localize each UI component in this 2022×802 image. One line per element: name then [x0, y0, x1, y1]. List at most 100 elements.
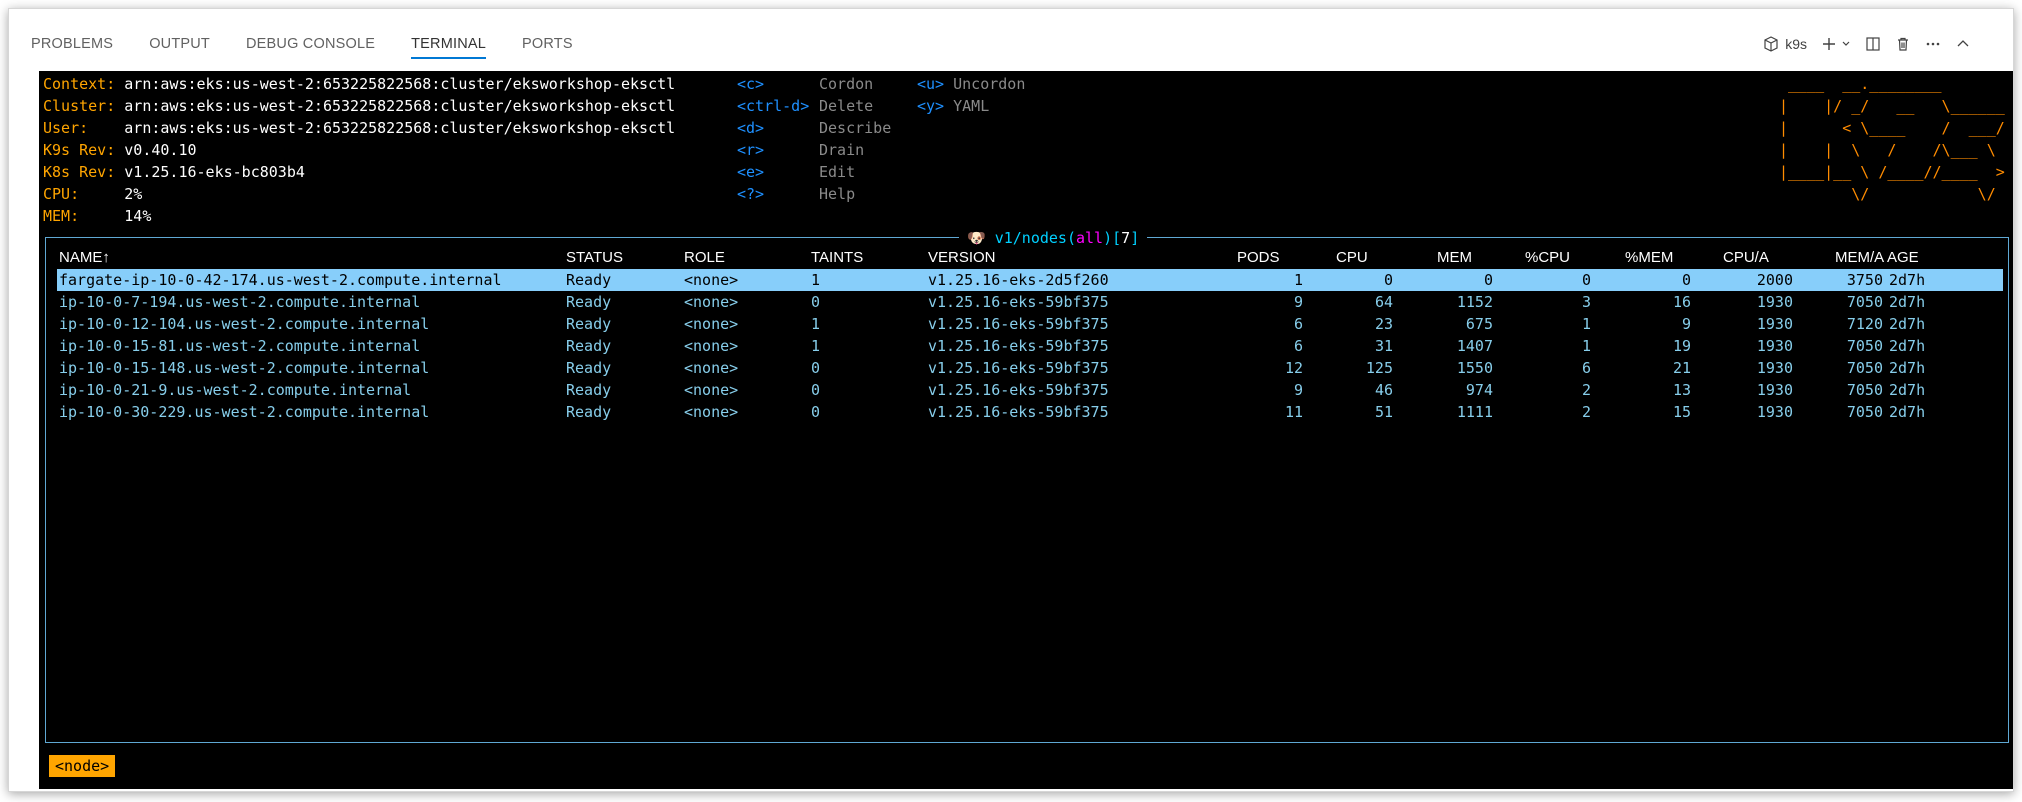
cell-cpua: 1930 [1756, 293, 1793, 311]
cell-status: Ready [566, 359, 612, 377]
cell-cpua: 1930 [1756, 403, 1793, 421]
cell-status: Ready [566, 271, 612, 289]
info-mem: MEM: 14% [43, 207, 152, 225]
tab-terminal[interactable]: TERMINAL [411, 31, 487, 59]
cell-cpu: 31 [1374, 337, 1393, 355]
table-row[interactable]: fargate-ip-10-0-42-174.us-west-2.compute… [57, 269, 2003, 291]
cell-pcpu: 6 [1581, 359, 1591, 377]
cell-age: 2d7h [1889, 359, 1926, 377]
col-age[interactable]: AGE [1887, 249, 1919, 266]
tab-output[interactable]: OUTPUT [149, 31, 210, 57]
col-pmem[interactable]: %MEM [1625, 249, 1673, 266]
col-mema[interactable]: MEM/A [1835, 249, 1884, 266]
cell-age: 2d7h [1889, 337, 1926, 355]
cell-pmem: 9 [1681, 315, 1691, 333]
kill-terminal-button[interactable] [1895, 36, 1911, 52]
plus-icon [1821, 36, 1837, 52]
table-body: fargate-ip-10-0-42-174.us-west-2.compute… [57, 269, 2003, 423]
table-row[interactable]: ip-10-0-30-229.us-west-2.compute.interna… [57, 401, 2003, 423]
col-version[interactable]: VERSION [928, 249, 996, 266]
col-cpu[interactable]: CPU [1336, 249, 1368, 266]
cell-status: Ready [566, 337, 612, 355]
info-context: Context: arn:aws:eks:us-west-2:653225822… [43, 75, 676, 93]
cell-role: <none> [684, 403, 739, 421]
table-row[interactable]: ip-10-0-12-104.us-west-2.compute.interna… [57, 313, 2003, 335]
cell-pods: 11 [1284, 403, 1303, 421]
cell-pmem: 15 [1672, 403, 1691, 421]
cell-pcpu: 2 [1581, 381, 1591, 399]
cell-pmem: 19 [1672, 337, 1691, 355]
cell-mema: 7050 [1846, 403, 1883, 421]
cell-age: 2d7h [1889, 403, 1926, 421]
shortcut-help: <?> [737, 185, 765, 203]
cell-age: 2d7h [1889, 315, 1926, 333]
shortcut-describe: <d> [737, 119, 765, 137]
cell-pmem: 0 [1681, 271, 1691, 289]
shortcut-cordon: <c> [737, 75, 765, 93]
cell-cpua: 2000 [1756, 271, 1793, 289]
table-row[interactable]: ip-10-0-15-148.us-west-2.compute.interna… [57, 357, 2003, 379]
cell-cpua: 1930 [1756, 359, 1793, 377]
cell-role: <none> [684, 271, 739, 289]
cell-taints: 1 [811, 271, 821, 289]
col-taints[interactable]: TAINTS [811, 249, 863, 266]
col-pcpu[interactable]: %CPU [1525, 249, 1570, 266]
terminal-cube-icon [1763, 36, 1779, 52]
table-row[interactable]: ip-10-0-7-194.us-west-2.compute.internal… [57, 291, 2003, 313]
cell-cpu: 46 [1374, 381, 1393, 399]
cell-mema: 7050 [1846, 337, 1883, 355]
table-row[interactable]: ip-10-0-15-81.us-west-2.compute.internal… [57, 335, 2003, 357]
info-user: User: arn:aws:eks:us-west-2:653225822568… [43, 119, 676, 137]
cell-mem: 675 [1465, 315, 1493, 333]
chevron-down-icon[interactable] [1841, 39, 1851, 49]
cell-pods: 12 [1284, 359, 1303, 377]
cell-pcpu: 3 [1581, 293, 1591, 311]
resource-table-title: 🐶 v1/nodes(all)[7] [959, 227, 1148, 249]
cell-cpu: 51 [1374, 403, 1393, 421]
more-actions-button[interactable] [1925, 36, 1941, 52]
terminal[interactable]: Context: arn:aws:eks:us-west-2:653225822… [39, 71, 2013, 789]
cell-version: v1.25.16-eks-2d5f260 [928, 271, 1109, 289]
shortcut-delete-desc: Delete [819, 97, 874, 115]
tab-ports[interactable]: PORTS [522, 31, 573, 57]
table-row[interactable]: ip-10-0-21-9.us-west-2.compute.internal R… [57, 379, 2003, 401]
shortcut-describe-desc: Describe [819, 119, 892, 137]
table-header: NAME↑ STATUS ROLE TAINTS VERSION PODS CP… [59, 247, 2003, 269]
breadcrumb: <node> [49, 755, 116, 777]
cell-pcpu: 1 [1581, 315, 1591, 333]
cell-mem: 1111 [1456, 403, 1493, 421]
cell-mema: 3750 [1846, 271, 1883, 289]
cell-mema: 7050 [1846, 293, 1883, 311]
tab-problems[interactable]: PROBLEMS [31, 31, 113, 57]
cell-mema: 7050 [1846, 359, 1883, 377]
cell-taints: 0 [811, 359, 821, 377]
info-cluster: Cluster: arn:aws:eks:us-west-2:653225822… [43, 97, 676, 115]
new-terminal-button[interactable] [1821, 36, 1851, 52]
cell-version: v1.25.16-eks-59bf375 [928, 403, 1109, 421]
cell-age: 2d7h [1889, 271, 1926, 289]
info-k8s-rev: K8s Rev: v1.25.16-eks-bc803b4 [43, 163, 305, 181]
cell-cpua: 1930 [1756, 381, 1793, 399]
cell-taints: 0 [811, 293, 821, 311]
col-pods[interactable]: PODS [1237, 249, 1280, 266]
cell-pods: 9 [1293, 381, 1303, 399]
terminal-instance[interactable]: k9s [1763, 36, 1807, 52]
panel-tabs: PROBLEMS OUTPUT DEBUG CONSOLE TERMINAL P… [31, 31, 609, 61]
col-role[interactable]: ROLE [684, 249, 725, 266]
col-status[interactable]: STATUS [566, 249, 623, 266]
cell-version: v1.25.16-eks-59bf375 [928, 359, 1109, 377]
col-cpua[interactable]: CPU/A [1723, 249, 1769, 266]
shortcut-help-desc: Help [819, 185, 856, 203]
dog-icon: 🐶 [967, 229, 986, 247]
tab-debug-console[interactable]: DEBUG CONSOLE [246, 31, 375, 57]
cell-version: v1.25.16-eks-59bf375 [928, 337, 1109, 355]
shortcut-yaml: <y> YAML [917, 97, 990, 115]
col-mem[interactable]: MEM [1437, 249, 1472, 266]
cell-cpu: 125 [1365, 359, 1393, 377]
cell-role: <none> [684, 359, 739, 377]
maximize-panel-button[interactable] [1955, 36, 1971, 52]
split-terminal-button[interactable] [1865, 36, 1881, 52]
cell-taints: 1 [811, 337, 821, 355]
col-name[interactable]: NAME↑ [59, 249, 110, 266]
cell-pods: 1 [1293, 271, 1303, 289]
